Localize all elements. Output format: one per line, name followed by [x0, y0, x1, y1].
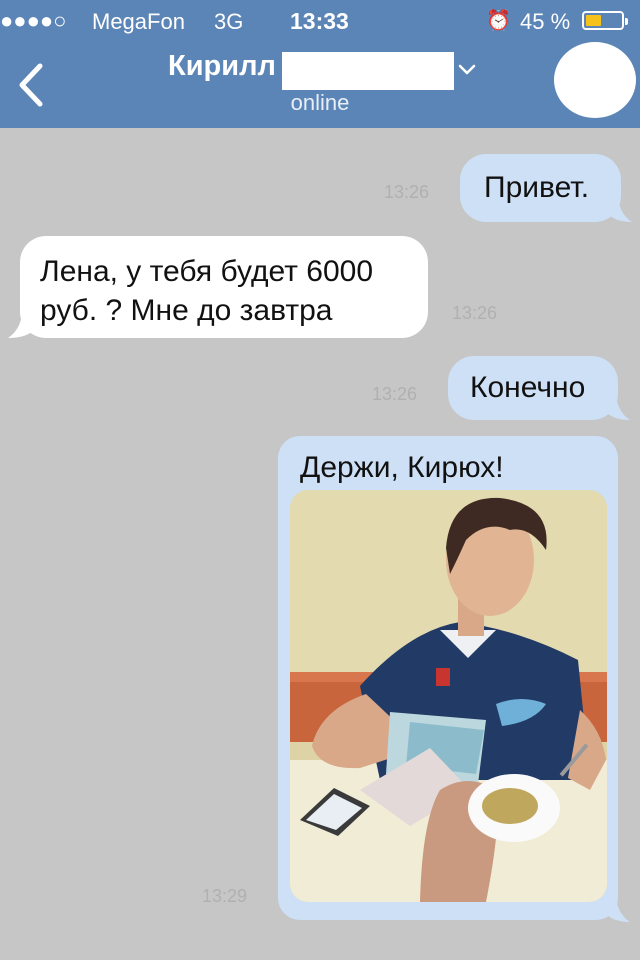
- battery-fill: [586, 15, 602, 26]
- online-status: online: [290, 90, 350, 115]
- status-bar: ●●●●○ MegaFon 3G 13:33 ⏰ 45 %: [0, 0, 640, 40]
- chat-history[interactable]: 13:26 Привет. Лена, у тебя будет 6000 ру…: [0, 128, 640, 960]
- outgoing-message[interactable]: Привет.: [460, 154, 621, 222]
- message-text: Конечно: [470, 371, 586, 404]
- bubble-tail: [604, 396, 630, 420]
- message-time: 13:26: [372, 384, 418, 404]
- battery-percent: 45 %: [520, 9, 571, 34]
- battery-tip: [625, 18, 628, 25]
- redacted-surname: [282, 52, 454, 90]
- message-text: Лена, у тебя будет 6000 руб. ? Мне до за…: [40, 255, 374, 327]
- attached-photo[interactable]: [290, 490, 607, 902]
- photo-image: [290, 490, 607, 902]
- alarm-clock-icon: ⏰: [486, 10, 511, 32]
- message-time: 13:29: [202, 886, 248, 906]
- message-text: Держи, Кирюх!: [300, 451, 504, 484]
- carrier-name: MegaFon: [92, 9, 185, 34]
- bubble-tail: [604, 898, 630, 922]
- top-bar: ●●●●○ MegaFon 3G 13:33 ⏰ 45 % Кирилл onl…: [0, 0, 640, 128]
- battery-icon: [582, 11, 628, 30]
- contact-name[interactable]: Кирилл: [168, 50, 276, 83]
- message-time: 13:26: [384, 182, 430, 202]
- chevron-down-icon[interactable]: [456, 58, 478, 80]
- message-time: 13:26: [452, 303, 498, 323]
- clock: 13:33: [290, 8, 349, 34]
- outgoing-message[interactable]: Конечно: [448, 356, 618, 420]
- bubble-tail: [606, 198, 632, 222]
- incoming-message[interactable]: Лена, у тебя будет 6000 руб. ? Мне до за…: [20, 236, 428, 338]
- avatar[interactable]: [554, 42, 636, 118]
- network-type: 3G: [214, 9, 244, 34]
- bubble-tail: [8, 314, 36, 338]
- signal-strength: ●●●●○: [0, 8, 67, 33]
- message-text: Привет.: [484, 171, 590, 204]
